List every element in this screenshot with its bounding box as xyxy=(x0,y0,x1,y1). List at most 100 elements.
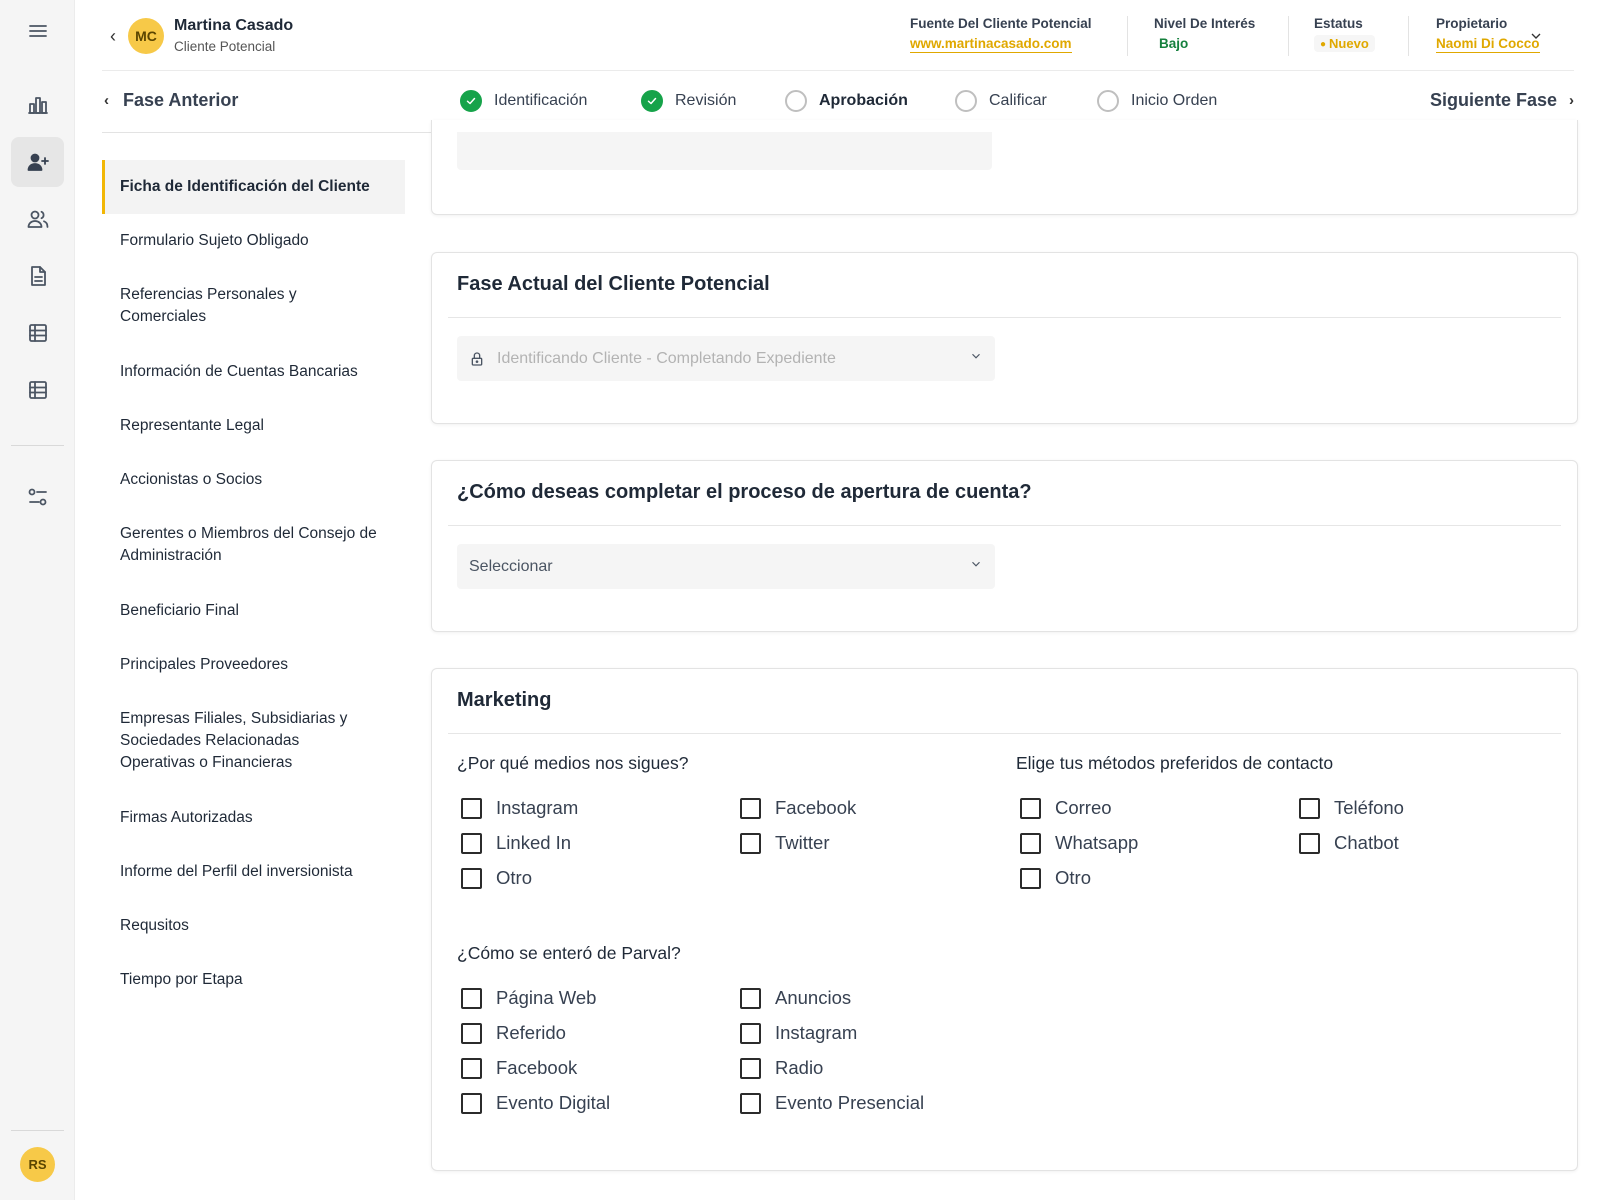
checkbox-heard-radio[interactable]: Radio xyxy=(740,1057,823,1079)
checkbox-label: Referido xyxy=(496,1022,566,1043)
account-opening-select[interactable]: Seleccionar xyxy=(457,544,995,589)
chevron-down-icon[interactable] xyxy=(1525,24,1547,48)
checkbox-label: Facebook xyxy=(496,1057,578,1078)
table-list-icon-2[interactable] xyxy=(11,365,64,415)
chevron-left-icon: ‹ xyxy=(104,92,109,109)
section-nav-item[interactable]: Ficha de Identificación del Cliente xyxy=(102,160,405,214)
checkbox-contact-otro[interactable]: Otro xyxy=(1020,867,1091,889)
user-avatar[interactable]: RS xyxy=(20,1147,55,1182)
section-nav-item[interactable]: Accionistas o Socios xyxy=(102,469,405,491)
checkbox-label: Whatsapp xyxy=(1055,832,1139,853)
interest-label: Nivel De Interés xyxy=(1154,16,1256,31)
meta-owner: Propietario Naomi Di Cocco xyxy=(1436,16,1540,53)
checkbox-follow-twitter[interactable]: Twitter xyxy=(740,832,829,854)
section-nav-item[interactable]: Representante Legal xyxy=(102,415,405,437)
phase-card-title: Fase Actual del Cliente Potencial xyxy=(457,273,770,295)
section-nav-item[interactable]: Empresas Filiales, Subsidiarias y Socied… xyxy=(102,708,372,774)
dashboard-chart-icon[interactable] xyxy=(11,80,64,130)
settings-sliders-icon[interactable] xyxy=(11,472,64,522)
checkbox-label: Página Web xyxy=(496,987,597,1008)
checkbox-label: Evento Digital xyxy=(496,1092,611,1113)
checkbox-follow-facebook[interactable]: Facebook xyxy=(740,797,856,819)
checkbox-icon xyxy=(461,1092,482,1114)
checkbox-contact-chatbot[interactable]: Chatbot xyxy=(1299,832,1399,854)
checkbox-label: Instagram xyxy=(496,797,579,818)
checkbox-follow-linkedin[interactable]: Linked In xyxy=(461,832,571,854)
lock-icon xyxy=(469,351,485,367)
checkbox-label: Evento Presencial xyxy=(775,1092,925,1113)
meta-source: Fuente Del Cliente Potencial www.martina… xyxy=(910,16,1092,53)
next-phase-button[interactable]: Siguiente Fase › xyxy=(1430,90,1574,111)
checkbox-label: Teléfono xyxy=(1334,797,1404,818)
next-phase-label: Siguiente Fase xyxy=(1429,90,1557,110)
checkbox-label: Twitter xyxy=(775,832,830,853)
chevron-right-icon: › xyxy=(1569,92,1574,109)
section-nav-item[interactable]: Firmas Autorizadas xyxy=(102,807,405,829)
previous-phase-button[interactable]: ‹ Fase Anterior xyxy=(104,90,238,111)
checkbox-heard-anuncios[interactable]: Anuncios xyxy=(740,987,851,1009)
checkbox-heard-referido[interactable]: Referido xyxy=(461,1022,566,1044)
owner-label: Propietario xyxy=(1436,16,1508,31)
contacts-icon[interactable] xyxy=(11,194,64,244)
step-label: Aprobación xyxy=(819,92,908,109)
phase-select-value: Identificando Cliente - Completando Expe… xyxy=(497,349,836,367)
check-circle-icon xyxy=(460,90,482,112)
phase-card: Fase Actual del Cliente Potencial Identi… xyxy=(431,252,1578,424)
check-circle-icon xyxy=(641,90,663,112)
card-divider xyxy=(448,733,1561,734)
meta-status: Estatus ● Nuevo xyxy=(1314,16,1375,53)
checkbox-follow-instagram[interactable]: Instagram xyxy=(461,797,578,819)
interest-value: Bajo xyxy=(1159,36,1189,51)
menu-icon[interactable] xyxy=(11,6,64,56)
step-label: Identificación xyxy=(494,92,588,109)
step-calificar[interactable]: Calificar xyxy=(955,90,1047,112)
lead-type: Cliente Potencial xyxy=(174,39,276,54)
checkbox-heard-facebook[interactable]: Facebook xyxy=(461,1057,577,1079)
section-nav-item[interactable]: Información de Cuentas Bancarias xyxy=(102,361,405,383)
checkbox-icon xyxy=(740,832,761,854)
status-label: Estatus xyxy=(1314,16,1363,31)
checkbox-heard-evento-digital[interactable]: Evento Digital xyxy=(461,1092,610,1114)
checkbox-heard-instagram[interactable]: Instagram xyxy=(740,1022,857,1044)
checkbox-icon xyxy=(740,797,761,819)
checkbox-contact-correo[interactable]: Correo xyxy=(1020,797,1112,819)
status-badge: ● Nuevo xyxy=(1314,35,1375,52)
checkbox-contact-telefono[interactable]: Teléfono xyxy=(1299,797,1404,819)
empty-circle-icon xyxy=(1097,90,1119,112)
lead-header: ‹ MC Martina Casado Cliente Potencial Fu… xyxy=(102,0,1574,71)
checkbox-label: Otro xyxy=(496,867,532,888)
account-opening-title: ¿Cómo deseas completar el proceso de ape… xyxy=(457,481,1032,503)
section-nav-item[interactable]: Principales Proveedores xyxy=(102,654,405,676)
heard-question: ¿Cómo se enteró de Parval? xyxy=(457,943,681,963)
owner-link[interactable]: Naomi Di Cocco xyxy=(1436,36,1540,53)
checkbox-icon xyxy=(1299,832,1320,854)
section-nav-item[interactable]: Referencias Personales y Comerciales xyxy=(102,284,342,328)
document-icon[interactable] xyxy=(11,251,64,301)
checkbox-follow-otro[interactable]: Otro xyxy=(461,867,532,889)
checkbox-icon xyxy=(461,867,482,889)
section-nav-item[interactable]: Informe del Perfil del inversionista xyxy=(102,861,405,883)
section-nav-item[interactable]: Beneficiario Final xyxy=(102,600,405,622)
checkbox-heard-evento-presencial[interactable]: Evento Presencial xyxy=(740,1092,924,1114)
icon-rail: RS xyxy=(0,0,75,1200)
checkbox-heard-pagina-web[interactable]: Página Web xyxy=(461,987,596,1009)
checkbox-label: Instagram xyxy=(775,1022,858,1043)
checkbox-contact-whatsapp[interactable]: Whatsapp xyxy=(1020,832,1138,854)
step-inicio-orden[interactable]: Inicio Orden xyxy=(1097,90,1217,112)
source-label: Fuente Del Cliente Potencial xyxy=(910,16,1092,31)
checkbox-icon xyxy=(1299,797,1320,819)
table-list-icon[interactable] xyxy=(11,308,64,358)
section-nav-item[interactable]: Tiempo por Etapa xyxy=(102,969,405,991)
step-aprobacion[interactable]: Aprobación xyxy=(785,90,908,112)
step-identificacion[interactable]: Identificación xyxy=(460,90,587,112)
account-opening-select-value: Seleccionar xyxy=(469,557,553,575)
checkbox-icon xyxy=(740,987,761,1009)
section-nav-item[interactable]: Formulario Sujeto Obligado xyxy=(102,230,405,252)
add-lead-icon[interactable] xyxy=(11,137,64,187)
step-revision[interactable]: Revisión xyxy=(641,90,736,112)
checkbox-icon xyxy=(461,1057,482,1079)
section-nav-item[interactable]: Requsitos xyxy=(102,915,405,937)
back-icon[interactable]: ‹ xyxy=(104,24,122,48)
section-nav-item[interactable]: Gerentes o Miembros del Consejo de Admin… xyxy=(102,523,382,567)
source-link[interactable]: www.martinacasado.com xyxy=(910,36,1072,53)
